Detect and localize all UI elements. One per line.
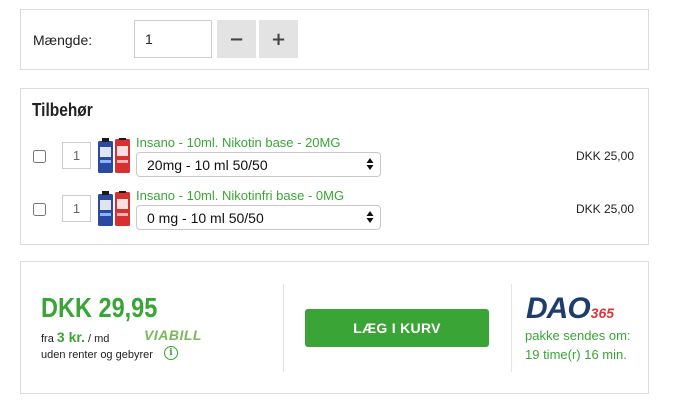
finance-suffix: / md xyxy=(88,333,110,345)
quantity-increase-button[interactable]: + xyxy=(259,20,298,58)
viabill-logo: VIABILL xyxy=(144,327,202,343)
quantity-panel: Mængde: − + xyxy=(20,9,649,70)
bottle-pack-icon xyxy=(98,138,130,173)
accessory-row: Insano - 10ml. Nikotin base - 20MG 20mg … xyxy=(21,133,648,179)
info-icon[interactable]: i xyxy=(164,346,178,360)
product-price: DKK 29,95 xyxy=(41,292,158,323)
finance-prefix: fra xyxy=(41,333,54,345)
shop-logo-text: DAO xyxy=(526,292,591,325)
add-to-cart-button[interactable]: LÆG I KURV xyxy=(305,309,489,347)
accessories-title: Tilbehør xyxy=(32,100,93,120)
accessory-variant-select[interactable]: 20mg - 10 ml 50/50 xyxy=(136,152,381,177)
divider xyxy=(283,284,284,372)
accessory-price: DKK 25,00 xyxy=(575,149,634,163)
accessory-row: Insano - 10ml. Nikotinfri base - 0MG 0 m… xyxy=(21,186,648,232)
accessory-name-link[interactable]: Insano - 10ml. Nikotinfri base - 0MG xyxy=(136,188,344,203)
shop-logo-number: 365 xyxy=(590,305,615,321)
updown-arrows-icon xyxy=(366,158,374,170)
updown-arrows-icon xyxy=(366,211,374,223)
accessory-variant-select[interactable]: 0 mg - 10 ml 50/50 xyxy=(136,205,381,230)
accessories-panel: Tilbehør Insano - 10ml. Nikotin base - 2… xyxy=(20,88,649,245)
bottle-pack-icon xyxy=(98,191,130,226)
select-value: 0 mg - 10 ml 50/50 xyxy=(147,210,264,226)
accessory-checkbox[interactable] xyxy=(33,150,46,163)
accessory-price: DKK 25,00 xyxy=(575,202,634,216)
accessory-checkbox[interactable] xyxy=(33,203,46,216)
finance-note: uden renter og gebyrer xyxy=(41,349,153,361)
finance-offer: fra 3 kr. / md xyxy=(41,329,109,345)
shop-logo: DAO365 xyxy=(526,292,614,326)
finance-amount: 3 kr. xyxy=(56,329,85,345)
accessory-quantity-input[interactable] xyxy=(62,142,91,169)
shipping-info-label: pakke sendes om: xyxy=(525,328,631,343)
accessory-name-link[interactable]: Insano - 10ml. Nikotin base - 20MG xyxy=(136,135,340,150)
quantity-input[interactable] xyxy=(134,20,212,58)
accessory-quantity-input[interactable] xyxy=(62,195,91,222)
select-value: 20mg - 10 ml 50/50 xyxy=(147,157,268,173)
divider xyxy=(511,284,512,372)
quantity-decrease-button[interactable]: − xyxy=(217,20,256,58)
buy-panel: DKK 29,95 fra 3 kr. / md VIABILL uden re… xyxy=(20,261,649,394)
quantity-label: Mængde: xyxy=(33,32,93,48)
shipping-countdown: 19 time(r) 16 min. xyxy=(525,347,627,362)
